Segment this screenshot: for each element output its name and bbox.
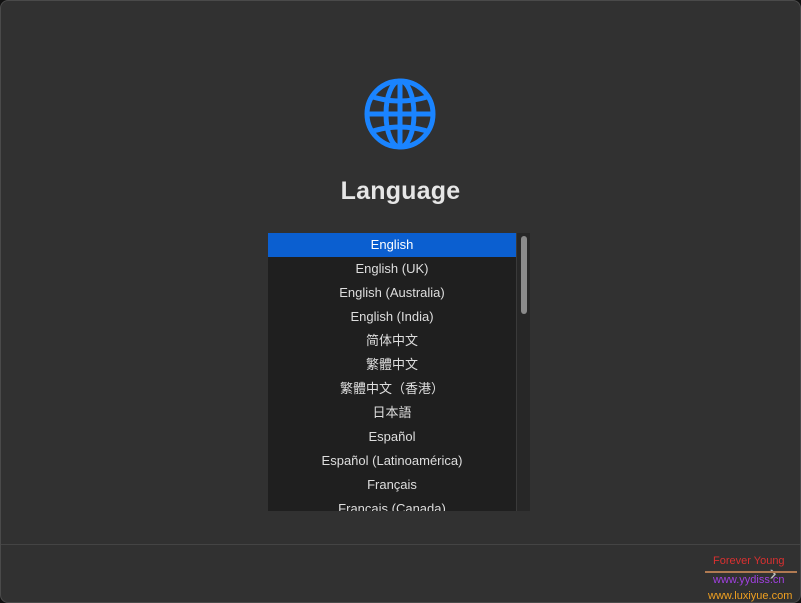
language-option-english-australia[interactable]: English (Australia) — [268, 281, 516, 305]
watermark-line-2: www.yydiss.cn — [713, 574, 785, 586]
watermark-line-3: www.luxiyue.com — [708, 590, 793, 602]
language-option-french-canada[interactable]: Français (Canada) — [268, 497, 516, 511]
language-option-english-india[interactable]: English (India) — [268, 305, 516, 329]
language-option-french[interactable]: Français — [268, 473, 516, 497]
watermark-line-1: Forever Young — [713, 555, 785, 567]
installer-window: Language English English (UK) English (A… — [0, 0, 801, 603]
language-listbox[interactable]: English English (UK) English (Australia)… — [268, 233, 530, 511]
page-title: Language — [340, 177, 461, 205]
footer-divider — [1, 544, 800, 545]
language-option-simplified-chinese[interactable]: 简体中文 — [268, 329, 516, 353]
language-option-spanish[interactable]: Español — [268, 425, 516, 449]
language-option-japanese[interactable]: 日本語 — [268, 401, 516, 425]
language-option-spanish-latam[interactable]: Español (Latinoamérica) — [268, 449, 516, 473]
scrollbar-thumb[interactable] — [521, 236, 527, 314]
language-option-traditional-chinese[interactable]: 繁體中文 — [268, 353, 516, 377]
language-option-traditional-chinese-hk[interactable]: 繁體中文（香港） — [268, 377, 516, 401]
language-list[interactable]: English English (UK) English (Australia)… — [268, 233, 516, 511]
globe-icon — [364, 78, 436, 150]
watermark-divider — [705, 571, 797, 573]
language-option-english[interactable]: English — [268, 233, 516, 257]
list-scrollbar[interactable] — [516, 233, 530, 511]
language-option-english-uk[interactable]: English (UK) — [268, 257, 516, 281]
